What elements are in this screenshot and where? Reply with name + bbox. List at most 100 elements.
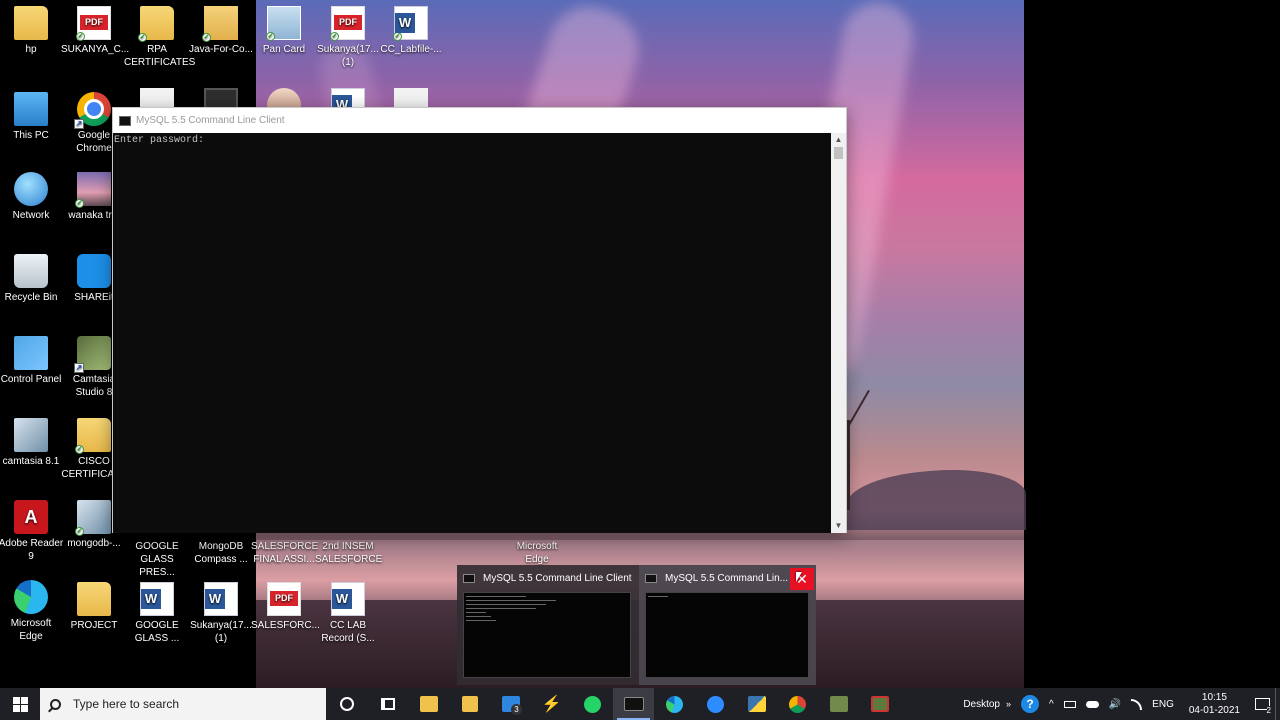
zoom-button[interactable] (695, 688, 736, 720)
task-view-button[interactable] (367, 688, 408, 720)
show-hidden-icons-button[interactable]: ^ (1044, 688, 1059, 720)
desktop-icon-this-pc[interactable]: This PC (0, 92, 64, 142)
desktop-icon-label: SHAREit (74, 292, 114, 303)
desktop-icon-label: Network (12, 210, 50, 221)
edge-icon (14, 580, 48, 614)
clock-date: 04-01-2021 (1188, 705, 1240, 716)
python-button[interactable] (736, 688, 777, 720)
notification-badge: 2 (1266, 706, 1271, 715)
desktop-icon-network[interactable]: Network (0, 172, 64, 222)
desktop-icon-salesforce-pdf[interactable]: SALESFORC... (251, 582, 320, 632)
desktop-icon-control-panel[interactable]: Control Panel (0, 336, 64, 386)
desktop-icon-label: hp (25, 44, 37, 55)
search-placeholder: Type here to search (73, 697, 180, 711)
vertical-scrollbar[interactable]: ▲ ▼ (831, 133, 846, 533)
desktop-icon-label: Microsoft Edge (10, 618, 52, 642)
desktop-icon-microsoft-edge-top[interactable]: Microsoft Edge (504, 540, 570, 566)
desktop-icon-cc-labfile[interactable]: ✓ CC_Labfile-... (378, 6, 444, 56)
computer-icon (14, 92, 48, 126)
scroll-down-icon[interactable]: ▼ (831, 519, 846, 533)
action-center-button[interactable]: 2 (1250, 688, 1275, 720)
chrome-taskbar-button[interactable] (777, 688, 818, 720)
desktop-icon-microsoft-edge[interactable]: Microsoft Edge (0, 580, 64, 643)
language-button[interactable]: ENG (1147, 688, 1179, 720)
pdf-icon: ✓ (330, 6, 365, 41)
desktop-toolbar[interactable]: Desktop » (958, 688, 1016, 720)
mail-button[interactable]: 3 (490, 688, 531, 720)
installer-icon: ✓ (75, 500, 111, 536)
camtasia-taskbar-button[interactable] (818, 688, 859, 720)
wifi-button[interactable] (1126, 688, 1147, 720)
desktop-icon-label: Sukanya(17... (1) (190, 620, 252, 644)
folder-icon (419, 696, 438, 712)
desktop-icon-google-glass-doc[interactable]: GOOGLE GLASS ... (124, 582, 190, 645)
taskbar-search-box[interactable]: Type here to search (40, 688, 326, 720)
desktop-icon-recycle-bin[interactable]: Recycle Bin (0, 254, 64, 304)
console-app-icon (645, 573, 657, 583)
folder-icon (77, 582, 111, 616)
desktop-icon-label: Camtasia Studio 8 (72, 374, 116, 398)
visual-studio-button[interactable]: ⚡ (531, 688, 572, 720)
whatsapp-button[interactable] (572, 688, 613, 720)
desktop-icon-pan-card[interactable]: ✓ Pan Card (251, 6, 317, 56)
clock[interactable]: 10:15 04-01-2021 (1179, 691, 1250, 717)
zip-folder-icon: ✓ (202, 6, 238, 42)
console-output[interactable]: Enter password: (113, 133, 832, 533)
desktop-icon-google-glass-pres[interactable]: GOOGLE GLASS PRES... (124, 540, 190, 579)
desktop-icon-sukanya-pdf-1[interactable]: ✓ Sukanya(17... (1) (315, 6, 381, 69)
task-view-icon (380, 698, 395, 710)
scrollbar-thumb[interactable] (834, 147, 843, 159)
recorder-taskbar-button[interactable] (859, 688, 900, 720)
onedrive-button[interactable] (1081, 688, 1104, 720)
folder-icon: ✓ (75, 418, 111, 454)
desktop-icon-label: mongodb-... (67, 538, 121, 549)
desktop-icon-camtasia-installer[interactable]: camtasia 8.1 (0, 418, 64, 468)
show-desktop-button[interactable] (1275, 688, 1280, 720)
start-button[interactable] (0, 688, 40, 720)
desktop-icon-hp[interactable]: hp (0, 6, 64, 56)
scroll-up-icon[interactable]: ▲ (831, 133, 846, 147)
cortana-button[interactable] (326, 688, 367, 720)
folder-icon: ✓ (138, 6, 174, 42)
mysql-console-window[interactable]: MySQL 5.5 Command Line Client Enter pass… (112, 107, 847, 533)
desktop-icon-salesforce-final[interactable]: SALESFORCE FINAL ASSI... (251, 540, 318, 566)
edge-taskbar-button[interactable] (654, 688, 695, 720)
chrome-icon: ↗ (74, 92, 111, 129)
desktop-icon-rpa-certificates[interactable]: ✓ RPA CERTIFICATES (124, 6, 195, 69)
mail-badge: 3 (511, 704, 522, 715)
desktop-icon-sukanya-doc[interactable]: Sukanya(17... (1) (188, 582, 254, 645)
desktop-icon-label: Microsoft Edge (516, 541, 558, 565)
desktop-icon-mongodb-compass[interactable]: MongoDB Compass ... (188, 540, 254, 566)
desktop-icon-2nd-insem[interactable]: 2nd INSEM SALESFORCE (315, 540, 382, 566)
control-panel-icon (14, 336, 48, 370)
desktop-icon-sukanya-pdf[interactable]: ✓ SUKANYA_C... (61, 6, 129, 56)
language-indicator: ENG (1152, 698, 1174, 710)
battery-button[interactable] (1059, 688, 1081, 720)
store-button[interactable] (449, 688, 490, 720)
desktop-icon-adobe-reader[interactable]: Adobe Reader 9 (0, 500, 64, 563)
window-titlebar[interactable]: MySQL 5.5 Command Line Client (113, 108, 846, 133)
mysql-taskbar-button[interactable] (613, 688, 654, 720)
preview-title: MySQL 5.5 Command Line Client (483, 572, 632, 584)
desktop-icon-label: GOOGLE GLASS PRES... (135, 541, 179, 578)
volume-button[interactable]: 🔊 (1104, 688, 1126, 720)
desktop-icon-java-zip[interactable]: ✓ Java-For-Co... (188, 6, 254, 56)
desktop-icon-cc-lab-record[interactable]: CC LAB Record (S... (315, 582, 381, 645)
desktop-icon-label: Java-For-Co... (189, 44, 253, 55)
desktop-toolbar-label: Desktop (963, 698, 1000, 710)
zoom-icon (707, 695, 724, 713)
desktop-icon-project[interactable]: PROJECT (61, 582, 127, 632)
close-preview-button[interactable]: ✕ (790, 568, 814, 590)
screen: hp ✓ SUKANYA_C... ✓ RPA CERTIFICATES ✓ J… (0, 0, 1280, 720)
adobe-reader-icon (14, 500, 48, 534)
desktop-icon-label: CC LAB Record (S... (321, 620, 375, 644)
window-preview-1[interactable]: MySQL 5.5 Command Line Client (457, 565, 635, 685)
desktop-icon-label: GOOGLE GLASS ... (134, 620, 180, 644)
help-button[interactable]: ? (1016, 688, 1044, 720)
file-explorer-button[interactable] (408, 688, 449, 720)
console-app-icon (623, 697, 644, 711)
preview-title: MySQL 5.5 Command Lin... (665, 572, 789, 584)
window-preview-2[interactable]: MySQL 5.5 Command Lin... ✕ (639, 565, 816, 685)
desktop-icon-label: MongoDB Compass ... (194, 541, 248, 565)
cloud-icon (1085, 700, 1099, 708)
